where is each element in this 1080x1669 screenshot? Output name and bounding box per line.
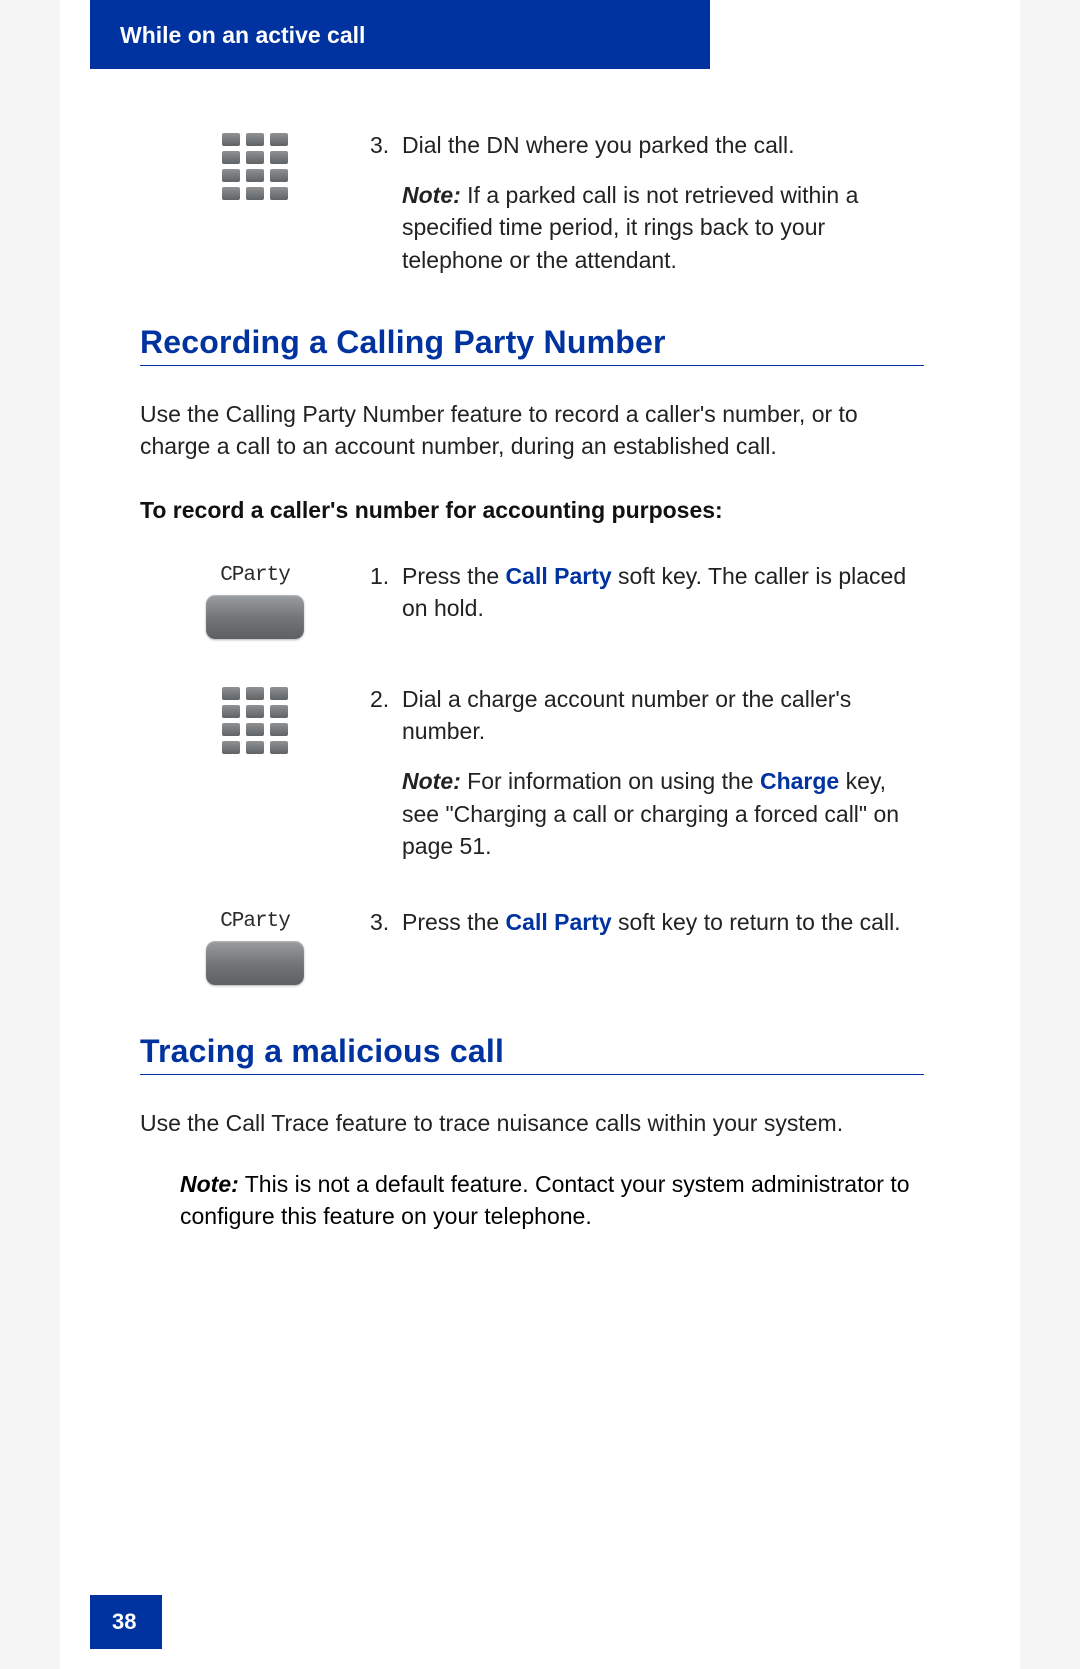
section-heading-recording: Recording a Calling Party Number [140,324,924,366]
softkey-label: CParty [220,564,290,587]
key-name: Call Party [506,909,612,935]
content-area: 3. Dial the DN where you parked the call… [60,69,1020,1233]
step-text: 1. Press the Call Party soft key. The ca… [370,560,924,624]
step-post: soft key to return to the call. [612,909,901,935]
section-heading-tracing: Tracing a malicious call [140,1033,924,1075]
softkey-button-icon [206,941,304,985]
softkey-icon: CParty [140,560,370,639]
note-text: If a parked call is not retrieved within… [402,182,858,272]
step-body: Dial a charge account number or the call… [402,683,924,862]
key-name: Call Party [506,563,612,589]
intro-step: 3. Dial the DN where you parked the call… [140,129,924,276]
step-text: 2. Dial a charge account number or the c… [370,683,924,862]
step-pre: Press the [402,563,506,589]
note-label: Note: [402,182,461,208]
section2-para: Use the Call Trace feature to trace nuis… [140,1107,924,1140]
step-number: 1. [370,560,402,624]
step-3: CParty 3. Press the Call Party soft key … [140,906,924,985]
step-1: CParty 1. Press the Call Party soft key.… [140,560,924,639]
softkey-icon: CParty [140,906,370,985]
note-pre: For information on using the [461,768,760,794]
note-label: Note: [180,1171,239,1197]
keypad-grid-icon [222,133,288,200]
section1-subhead: To record a caller's number for accounti… [140,497,924,524]
step-text-line: Dial a charge account number or the call… [402,686,851,744]
header-title: While on an active call [120,22,365,48]
step-number: 3. [370,906,402,938]
keypad-icon [140,129,370,200]
step-number: 2. [370,683,402,862]
step-text: 3. Dial the DN where you parked the call… [370,129,924,276]
page-number: 38 [90,1595,162,1649]
page: While on an active call 3. Dial the DN w… [60,0,1020,1669]
step-number: 3. [370,129,402,276]
softkey-button-icon [206,595,304,639]
step-text-line: Dial the DN where you parked the call. [402,132,794,158]
page-number-value: 38 [112,1609,136,1634]
step-body: Dial the DN where you parked the call. N… [402,129,924,276]
softkey-label: CParty [220,910,290,933]
step-pre: Press the [402,909,506,935]
step-text: 3. Press the Call Party soft key to retu… [370,906,924,938]
note-label: Note: [402,768,461,794]
keypad-grid-icon [222,687,288,754]
step-2: 2. Dial a charge account number or the c… [140,683,924,862]
steps-block: CParty 1. Press the Call Party soft key.… [140,560,924,985]
keypad-icon [140,683,370,754]
section1-para: Use the Calling Party Number feature to … [140,398,924,463]
header-bar: While on an active call [90,0,710,69]
section2-note: Note: This is not a default feature. Con… [140,1168,924,1233]
step-body: Press the Call Party soft key to return … [402,906,924,938]
key-name: Charge [760,768,839,794]
step-body: Press the Call Party soft key. The calle… [402,560,924,624]
note-text: This is not a default feature. Contact y… [180,1171,910,1230]
